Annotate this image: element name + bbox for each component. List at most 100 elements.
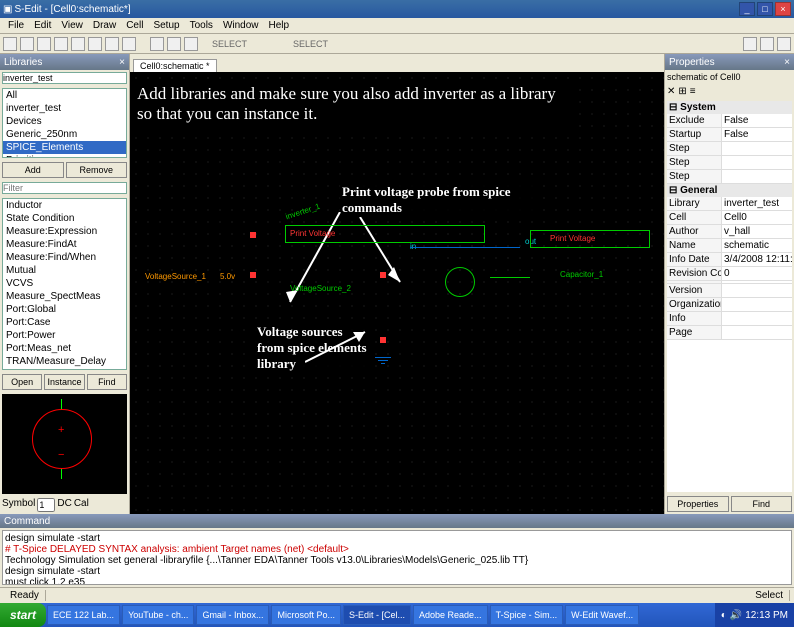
print-voltage-label-2: Print Voltage [550,234,595,243]
app-icon: ▣ [3,4,12,15]
taskbar-item[interactable]: Adobe Reade... [413,605,488,625]
group-general[interactable]: ⊟ General [667,184,792,197]
start-button[interactable]: start [0,603,46,627]
node-icon [250,232,256,238]
prop-tool-icon[interactable]: ≡ [690,86,696,97]
tool-select-icon[interactable] [167,37,181,51]
open-cell-button[interactable]: Open [2,374,42,390]
menu-file[interactable]: File [3,20,29,31]
instance-button[interactable]: Instance [44,374,84,390]
cell-item[interactable]: Port:Case [3,316,126,329]
libraries-header: Libraries × [0,54,129,70]
menu-cell[interactable]: Cell [121,20,148,31]
lib-item[interactable]: inverter_test [3,102,126,115]
cell-item[interactable]: Port:Meas_net [3,342,126,355]
find-tab-button[interactable]: Find [731,496,793,512]
tool-net-icon[interactable] [777,37,791,51]
cell-item[interactable]: TRAN/Measure_Delay [3,355,126,368]
clock[interactable]: 12:13 PM [745,610,788,621]
menu-edit[interactable]: Edit [29,20,56,31]
tool-probe-icon[interactable] [760,37,774,51]
menu-window[interactable]: Window [218,20,264,31]
properties-tab-button[interactable]: Properties [667,496,729,512]
taskbar-item-active[interactable]: S-Edit - [Cel... [343,605,411,625]
library-list[interactable]: All inverter_test Devices Generic_250nm … [2,88,127,158]
cell-item[interactable]: Inductor [3,199,126,212]
find-cell-button[interactable]: Find [87,374,127,390]
tray-icon[interactable]: 🔊 [730,610,742,621]
group-system[interactable]: ⊟ System [667,101,792,114]
lib-item[interactable]: Primitives [3,154,126,158]
maximize-button[interactable]: □ [757,2,773,16]
taskbar-item[interactable]: Microsoft Po... [271,605,341,625]
menu-setup[interactable]: Setup [148,20,184,31]
tool-zoom-icon[interactable] [150,37,164,51]
menu-bar: File Edit View Draw Cell Setup Tools Win… [0,18,794,34]
command-output[interactable]: design simulate -start # T-Spice DELAYED… [2,530,792,585]
tool-sim-icon[interactable] [743,37,757,51]
cell-item[interactable]: VCVS [3,277,126,290]
menu-draw[interactable]: Draw [88,20,121,31]
print-voltage-label: Print Voltage [290,229,335,238]
cell-item[interactable]: State Condition [3,212,126,225]
prop-tool-icon[interactable]: ✕ [667,86,675,97]
tray-icon[interactable]: ◐ [721,610,727,621]
lib-item-selected[interactable]: SPICE_Elements [3,141,126,154]
tool-cut-icon[interactable] [54,37,68,51]
add-library-button[interactable]: Add [2,162,64,178]
annotation-vsource: Voltage sources from spice elements libr… [255,322,375,374]
lib-item[interactable]: Devices [3,115,126,128]
node-icon [380,272,386,278]
tool-paste-icon[interactable] [88,37,102,51]
system-tray[interactable]: ◐ 🔊 12:13 PM [715,603,794,627]
tool-redo-icon[interactable] [122,37,136,51]
document-tab[interactable]: Cell0:schematic * [133,59,217,72]
tool-open-icon[interactable] [20,37,34,51]
cell-item[interactable]: Measure_SpectMeas [3,290,126,303]
cell-item[interactable]: Measure:Expression [3,225,126,238]
tool-save-icon[interactable] [37,37,51,51]
windows-taskbar: start ECE 122 Lab... YouTube - ch... Gma… [0,603,794,627]
taskbar-item[interactable]: W-Edit Wavef... [565,605,639,625]
lib-item[interactable]: All [3,89,126,102]
tool-copy-icon[interactable] [71,37,85,51]
prop-tool-icon[interactable]: ⊞ [678,86,686,97]
panel-close-icon[interactable]: × [119,57,125,68]
command-header: Command [0,514,794,528]
close-button[interactable]: × [775,2,791,16]
cell-item[interactable]: Port:Power [3,329,126,342]
taskbar-item[interactable]: YouTube - ch... [122,605,194,625]
library-filter-input[interactable] [2,72,127,84]
cell-item[interactable]: Port:Global [3,303,126,316]
capacitor-label: Capacitor_1 [560,270,603,279]
panel-close-icon[interactable]: × [784,57,790,68]
toolbar-1: SELECT SELECT [0,34,794,54]
cell-item[interactable]: TRAN/Measure_RiseTime [3,368,126,370]
cell-list[interactable]: Inductor State Condition Measure:Express… [2,198,127,370]
tool-new-icon[interactable] [3,37,17,51]
schematic-canvas[interactable]: Add libraries and make sure you also add… [130,72,664,514]
symbol-preview: + − [2,394,127,494]
taskbar-item[interactable]: T-Spice - Sim... [490,605,564,625]
tool-undo-icon[interactable] [105,37,119,51]
view-label: Symbol [2,498,35,512]
menu-tools[interactable]: Tools [185,20,218,31]
page-index[interactable] [37,498,55,512]
taskbar-item[interactable]: Gmail - Inbox... [196,605,269,625]
minimize-button[interactable]: _ [739,2,755,16]
lib-item[interactable]: Generic_250nm [3,128,126,141]
properties-grid[interactable]: ⊟ System ExcludeFalse StartupFalse Step … [667,101,792,492]
vs1-label: VoltageSource_1 [145,272,206,281]
menu-view[interactable]: View [56,20,88,31]
cell-item[interactable]: Measure:FindAt [3,238,126,251]
remove-library-button[interactable]: Remove [66,162,128,178]
tool-wire-icon[interactable] [184,37,198,51]
cell-item[interactable]: Mutual [3,264,126,277]
cell-item[interactable]: Measure:Find/When [3,251,126,264]
taskbar-item[interactable]: ECE 122 Lab... [47,605,120,625]
vs1-value: 5.0v [220,272,235,281]
menu-help[interactable]: Help [264,20,295,31]
node-icon [380,337,386,343]
wire [490,277,530,278]
cell-filter-input[interactable] [2,182,127,194]
